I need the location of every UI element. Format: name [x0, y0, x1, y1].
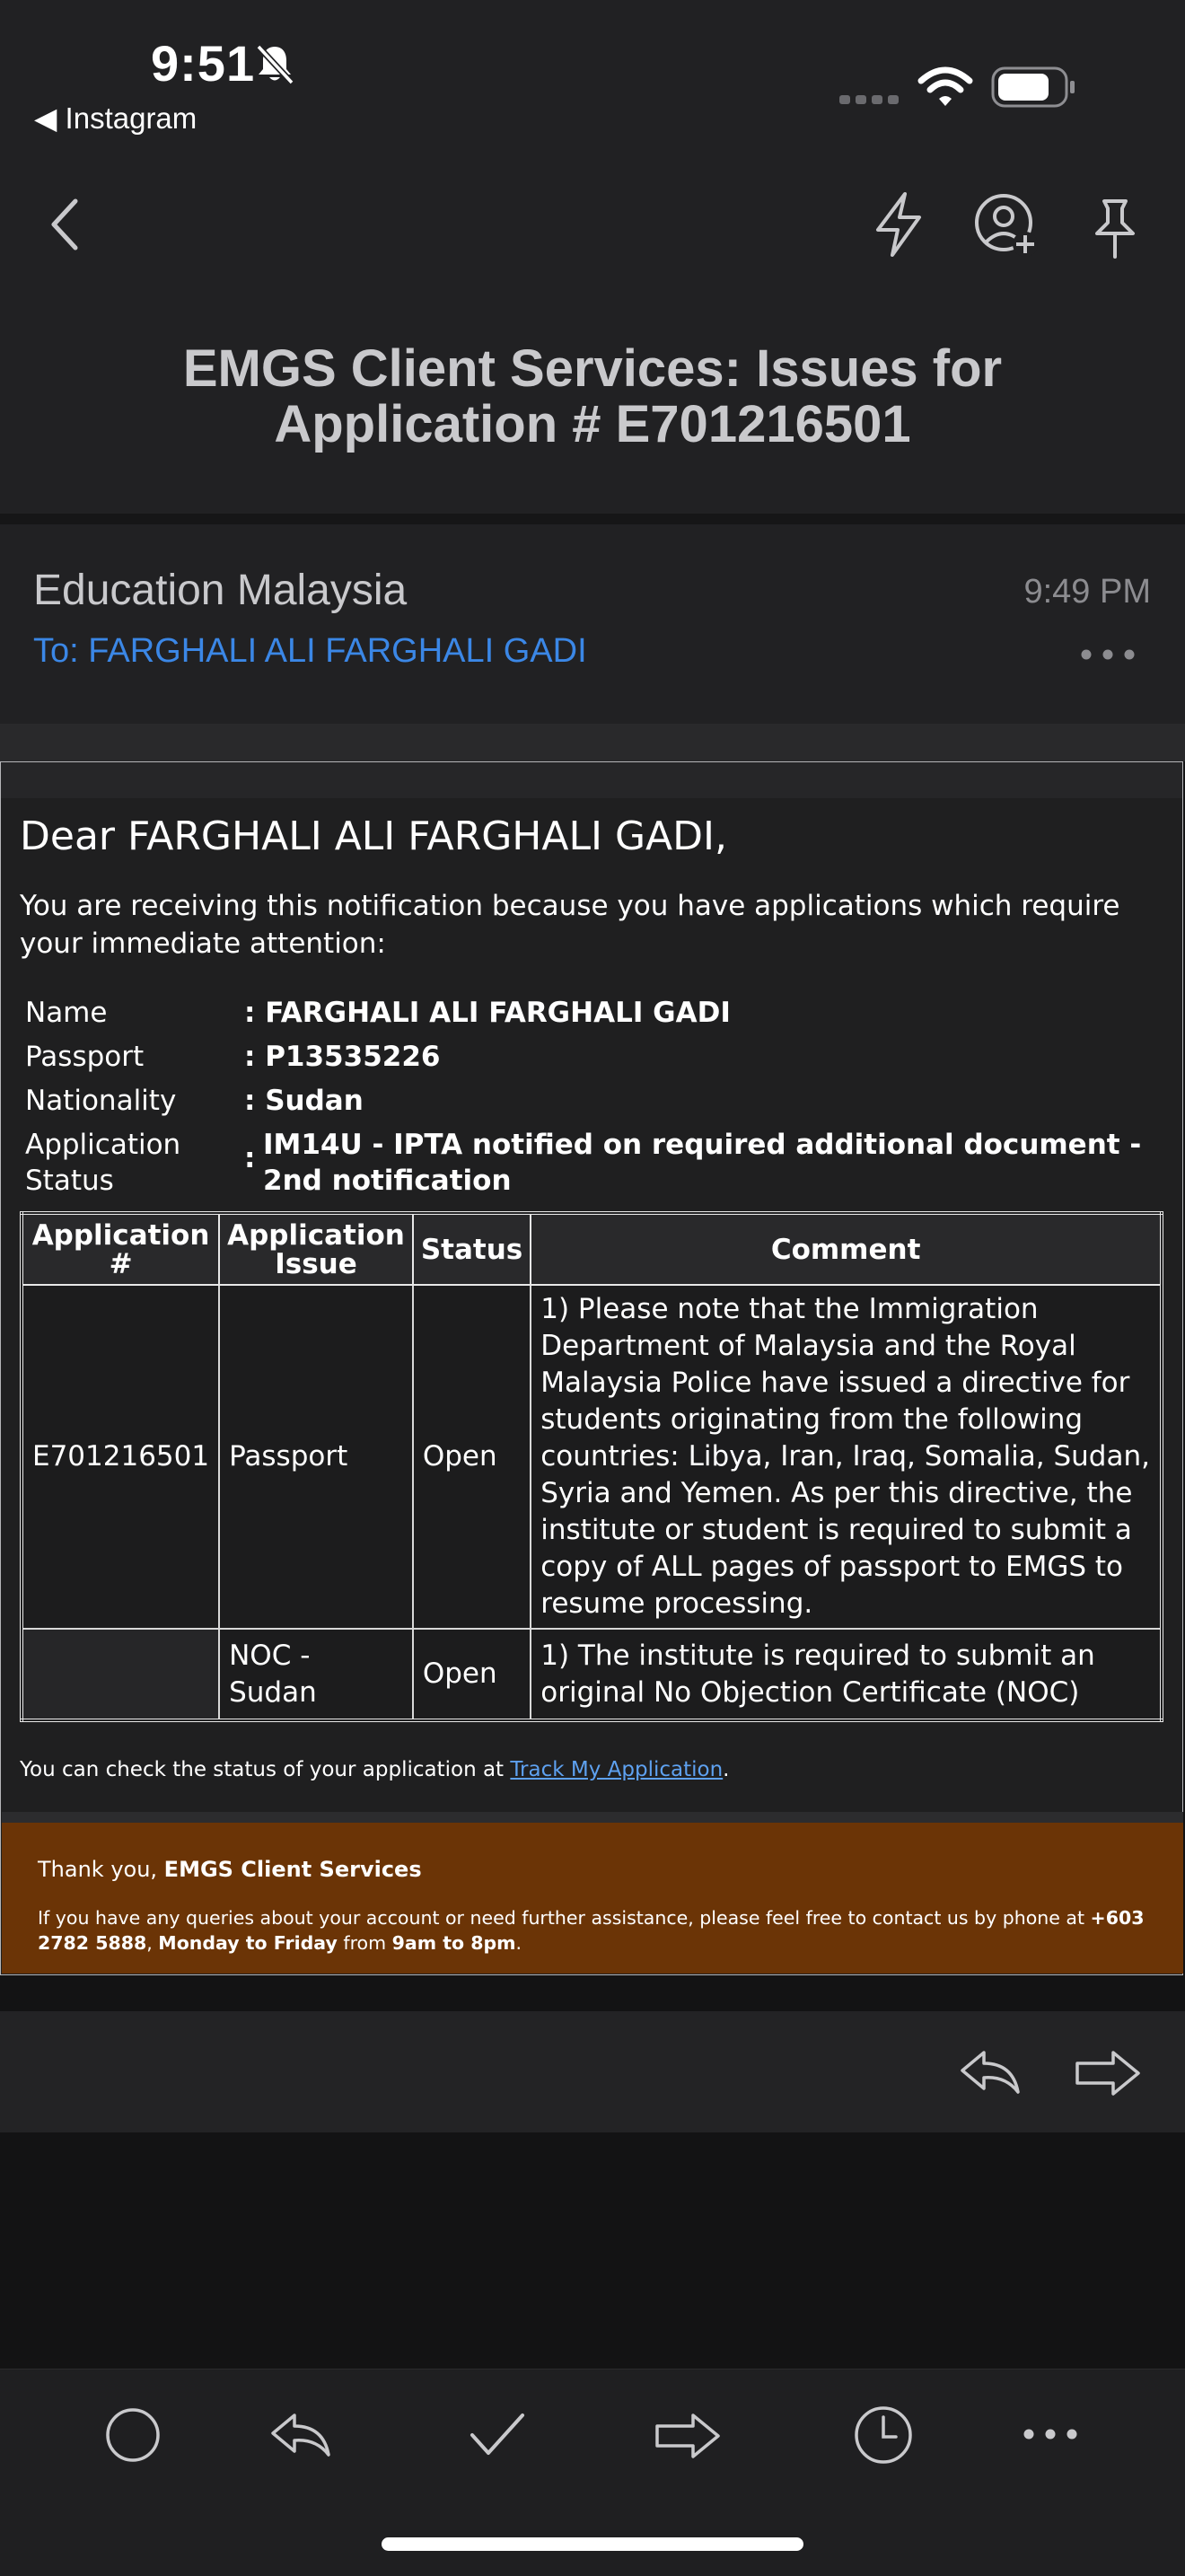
- circle-icon[interactable]: [104, 2406, 162, 2464]
- divider: [0, 514, 1185, 524]
- check-prefix: You can check the status of your applica…: [20, 1758, 511, 1781]
- pin-icon[interactable]: [1088, 196, 1142, 260]
- cell-comment: 1) The institute is required to submit a…: [530, 1628, 1163, 1721]
- cell-comment: 1) Please note that the Immigration Depa…: [530, 1284, 1163, 1630]
- info-label-status: Application Status: [25, 1129, 181, 1197]
- back-to-app-link[interactable]: ◀ Instagram: [34, 101, 197, 136]
- forward-icon[interactable]: [654, 2412, 722, 2460]
- column-header-comment: Comment: [530, 1212, 1163, 1286]
- table-header-row: Application # Application Issue Status C…: [20, 1212, 1163, 1286]
- info-value-nationality: : Sudan: [244, 1085, 364, 1117]
- battery-icon: [991, 66, 1077, 108]
- table-row: NOC - Sudan Open 1) The institute is req…: [20, 1628, 1163, 1721]
- clock-icon[interactable]: [853, 2405, 914, 2466]
- column-header-application: Application #: [20, 1212, 221, 1286]
- contact-text-4: .: [515, 1932, 522, 1954]
- status-check-text: You can check the status of your applica…: [20, 1758, 729, 1781]
- thanks-prefix: Thank you,: [38, 1857, 164, 1882]
- thanks-sender: EMGS Client Services: [163, 1857, 422, 1882]
- info-value-name: : FARGHALI ALI FARGHALI GADI: [244, 997, 731, 1029]
- message-time: 9:49 PM: [1023, 573, 1151, 611]
- contact-days: Monday to Friday: [158, 1932, 338, 1954]
- contact-text-3: from: [337, 1932, 392, 1954]
- info-value-status: IM14U - IPTA notified on required additi…: [263, 1129, 1142, 1197]
- reply-icon[interactable]: [269, 2410, 332, 2460]
- column-header-issue: Application Issue: [218, 1212, 414, 1286]
- cell-issue: Passport: [218, 1284, 414, 1630]
- email-top-strip: [1, 762, 1182, 798]
- info-colon: :: [244, 1142, 256, 1174]
- info-value-passport: : P13535226: [244, 1041, 441, 1073]
- cell-status: Open: [411, 1284, 532, 1630]
- info-label-nationality: Nationality: [25, 1085, 177, 1117]
- contact-text-2: ,: [146, 1932, 159, 1954]
- cell-status: Open: [411, 1628, 532, 1721]
- email-subject: EMGS Client Services: Issues for Applica…: [182, 339, 1003, 453]
- sender-section: [0, 524, 1185, 724]
- wifi-icon: [917, 65, 973, 110]
- more-icon[interactable]: [1079, 646, 1137, 663]
- lightning-icon[interactable]: [871, 190, 926, 259]
- contact-text-1: If you have any queries about your accou…: [38, 1907, 1091, 1929]
- home-indicator[interactable]: [382, 2537, 803, 2551]
- intro-text: You are receiving this notification beca…: [20, 890, 1120, 960]
- column-header-status: Status: [411, 1212, 532, 1286]
- cell-application-number: [20, 1628, 221, 1721]
- reply-icon[interactable]: [959, 2047, 1022, 2097]
- info-label-name: Name: [25, 997, 108, 1029]
- footer-thanks: Thank you, EMGS Client Services: [38, 1857, 422, 1882]
- issues-table: Application # Application Issue Status C…: [20, 1211, 1163, 1722]
- divider: [0, 724, 1185, 761]
- forward-icon[interactable]: [1074, 2049, 1142, 2097]
- checkmark-icon[interactable]: [469, 2410, 526, 2460]
- back-chevron-icon[interactable]: [47, 196, 83, 253]
- person-add-icon[interactable]: [973, 192, 1041, 260]
- cell-issue: NOC - Sudan: [218, 1628, 414, 1721]
- footer-contact-text: If you have any queries about your accou…: [38, 1905, 1151, 1956]
- greeting: Dear FARGHALI ALI FARGHALI GADI,: [20, 813, 728, 859]
- signal-icon: [839, 93, 900, 104]
- track-application-link[interactable]: Track My Application: [510, 1758, 723, 1781]
- contact-hours: 9am to 8pm: [391, 1932, 516, 1954]
- status-time: 9:51: [151, 35, 256, 92]
- info-label-passport: Passport: [25, 1041, 145, 1073]
- table-row: E701216501 Passport Open 1) Please note …: [20, 1284, 1163, 1630]
- sender-name[interactable]: Education Malaysia: [33, 566, 407, 615]
- recipient-line[interactable]: To: FARGHALI ALI FARGHALI GADI: [33, 632, 587, 671]
- check-suffix: .: [723, 1758, 730, 1781]
- footer-divider: [2, 1812, 1183, 1823]
- more-icon[interactable]: [1022, 2426, 1079, 2442]
- bell-slash-icon: [251, 41, 298, 88]
- cell-application-number: E701216501: [20, 1284, 221, 1630]
